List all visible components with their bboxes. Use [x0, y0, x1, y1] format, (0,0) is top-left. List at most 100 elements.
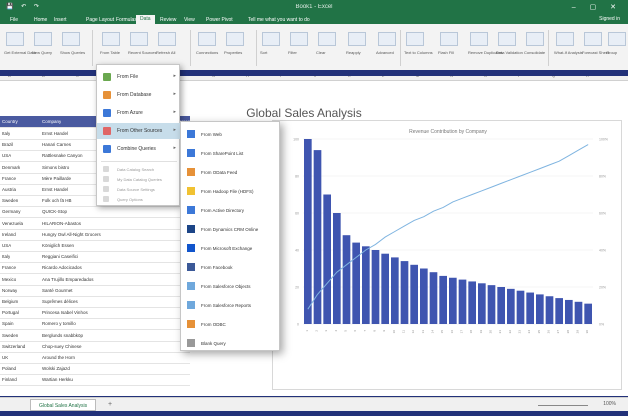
table-cell[interactable]: Spain [2, 321, 14, 326]
submenu-item-blank-query[interactable]: Blank Query [181, 333, 281, 353]
ribbon-button-forecast-sheet[interactable] [584, 32, 602, 46]
table-row[interactable]: Venezuela HILARION-Abastos [0, 218, 190, 230]
table-cell[interactable]: Wartian Herkku [42, 377, 142, 382]
table-row[interactable]: Sweden Berglunds snabbköp [0, 330, 190, 342]
window-controls[interactable]: – ▢ ✕ [572, 3, 622, 11]
table-cell[interactable]: Norway [2, 288, 17, 293]
submenu-item-from-hadoop-file-hdfs-[interactable]: From Hadoop File (HDFS) [181, 181, 281, 201]
table-row[interactable]: Switzerland Chop-suey Chinese [0, 341, 190, 353]
ribbon-button-recent-sources[interactable] [130, 32, 148, 46]
table-cell[interactable]: Berglunds snabbköp [42, 333, 142, 338]
table-cell[interactable]: Chop-suey Chinese [42, 344, 142, 349]
table-row[interactable]: Finland Wartian Herkku [0, 374, 190, 387]
ribbon-button-group[interactable] [608, 32, 626, 46]
ribbon-button-text-to-columns[interactable] [406, 32, 424, 46]
menu-item-data-source-settings[interactable]: Data Source Settings [97, 185, 181, 195]
table-cell[interactable]: Italy [2, 254, 10, 259]
table-row[interactable]: Germany QUICK-Stop [0, 206, 190, 219]
ribbon-button-get-external-data[interactable] [6, 32, 24, 46]
ribbon-button-properties[interactable] [226, 32, 244, 46]
tab-insert[interactable]: Insert [50, 16, 71, 24]
table-cell[interactable]: France [2, 176, 16, 181]
table-cell[interactable]: Brazil [2, 142, 13, 147]
ribbon-button-clear[interactable] [318, 32, 336, 46]
menu-item-from-file[interactable]: From File ▸ [97, 69, 181, 85]
ribbon-button-refresh-all[interactable] [158, 32, 176, 46]
menu-item-from-azure[interactable]: From Azure ▸ [97, 105, 181, 121]
submenu-item-from-odbc[interactable]: From ODBC [181, 314, 281, 334]
menu-item-query-options[interactable]: Query Options [97, 195, 181, 205]
table-cell[interactable]: Austria [2, 187, 16, 192]
table-cell[interactable]: Hungry Owl All-Night Grocers [42, 232, 142, 237]
table-row[interactable]: Belgium Suprêmes délices [0, 296, 190, 308]
table-row[interactable]: Italy Reggiani Caseifici [0, 251, 190, 264]
table-cell[interactable]: Königlich Essen [42, 243, 142, 248]
menu-item-data-catalog-search[interactable]: Data Catalog Search [97, 165, 181, 175]
submenu-item-from-salesforce-objects[interactable]: From Salesforce Objects [181, 276, 281, 296]
table-cell[interactable]: HILARION-Abastos [42, 221, 142, 226]
table-row[interactable]: Poland Wolski Zajazd [0, 363, 190, 376]
menu-item-combine-queries[interactable]: Combine Queries ▸ [97, 141, 181, 157]
zoom-level[interactable]: 100% [603, 401, 616, 407]
table-cell[interactable]: Venezuela [2, 221, 23, 226]
table-cell[interactable]: Poland [2, 366, 16, 371]
ribbon-button-new-query[interactable] [34, 32, 52, 46]
table-cell[interactable]: Ana Trujillo Emparedados [42, 277, 142, 282]
ribbon-button-advanced[interactable] [378, 32, 396, 46]
table-cell[interactable]: Belgium [2, 299, 18, 304]
table-row[interactable]: Spain Romero y tomillo [0, 318, 190, 331]
table-cell[interactable]: Finland [2, 377, 17, 382]
table-row[interactable]: USA Königlich Essen [0, 240, 190, 252]
zoom-slider[interactable] [538, 405, 588, 406]
table-cell[interactable]: USA [2, 243, 11, 248]
add-sheet-button[interactable]: + [108, 401, 112, 408]
table-row[interactable]: Mexico Ana Trujillo Emparedados [0, 274, 190, 286]
tab-review[interactable]: Review [156, 16, 180, 24]
ribbon-button-reapply[interactable] [348, 32, 366, 46]
tab-data[interactable]: Data [136, 15, 155, 24]
table-cell[interactable]: Sweden [2, 198, 18, 203]
table-row[interactable]: Norway Santé Gourmet [0, 285, 190, 297]
table-cell[interactable]: Reggiani Caseifici [42, 254, 142, 259]
ribbon-button-show-queries[interactable] [62, 32, 80, 46]
table-cell[interactable]: QUICK-Stop [42, 209, 142, 214]
menu-item-my-data-catalog-queries[interactable]: My Data Catalog Queries [97, 175, 181, 185]
table-row[interactable]: UK Around the Horn [0, 352, 190, 364]
ribbon-button-from-table[interactable] [102, 32, 120, 46]
ribbon-button-sort[interactable] [262, 32, 280, 46]
table-cell[interactable]: Switzerland [2, 344, 25, 349]
submenu-item-from-web[interactable]: From Web [181, 124, 281, 144]
table-cell[interactable]: France [2, 265, 16, 270]
submenu-item-from-dynamics-crm-online[interactable]: From Dynamics CRM Online [181, 219, 281, 239]
menu-item-from-database[interactable]: From Database ▸ [97, 87, 181, 103]
table-cell[interactable]: Suprêmes délices [42, 299, 142, 304]
table-cell[interactable]: Princesa Isabel Vinhos [42, 310, 142, 315]
user-account[interactable]: Signed in [599, 16, 620, 22]
tab-file[interactable]: File [6, 16, 22, 24]
table-cell[interactable]: Germany [2, 209, 21, 214]
ribbon-button-consolidate[interactable] [526, 32, 544, 46]
ribbon-button-what-if-analysis[interactable] [556, 32, 574, 46]
table-row[interactable]: Portugal Princesa Isabel Vinhos [0, 307, 190, 320]
tab-tell-me-what-you-want-to-do[interactable]: Tell me what you want to do [244, 16, 314, 24]
ribbon-button-remove-duplicates[interactable] [470, 32, 488, 46]
table-cell[interactable]: Ireland [2, 232, 16, 237]
submenu-item-from-facebook[interactable]: From Facebook [181, 257, 281, 277]
submenu-item-from-active-directory[interactable]: From Active Directory [181, 200, 281, 220]
submenu-item-from-odata-feed[interactable]: From OData Feed [181, 162, 281, 182]
tab-power-pivot[interactable]: Power Pivot [202, 16, 237, 24]
ribbon-button-data-validation[interactable] [498, 32, 516, 46]
tab-view[interactable]: View [180, 16, 199, 24]
sheet-tab[interactable]: Global Sales Analysis [30, 399, 97, 411]
table-cell[interactable]: Ricardo Adocicados [42, 265, 142, 270]
table-cell[interactable]: Romero y tomillo [42, 321, 142, 326]
ribbon-button-connections[interactable] [198, 32, 216, 46]
table-row[interactable]: Ireland Hungry Owl All-Night Grocers [0, 229, 190, 241]
table-cell[interactable]: Wolski Zajazd [42, 366, 142, 371]
table-cell[interactable]: Denmark [2, 165, 20, 170]
table-cell[interactable]: USA [2, 153, 11, 158]
table-row[interactable]: France Ricardo Adocicados [0, 262, 190, 275]
submenu-item-from-sharepoint-list[interactable]: From SharePoint List [181, 143, 281, 163]
table-cell[interactable]: Mexico [2, 277, 16, 282]
table-cell[interactable]: UK [2, 355, 8, 360]
